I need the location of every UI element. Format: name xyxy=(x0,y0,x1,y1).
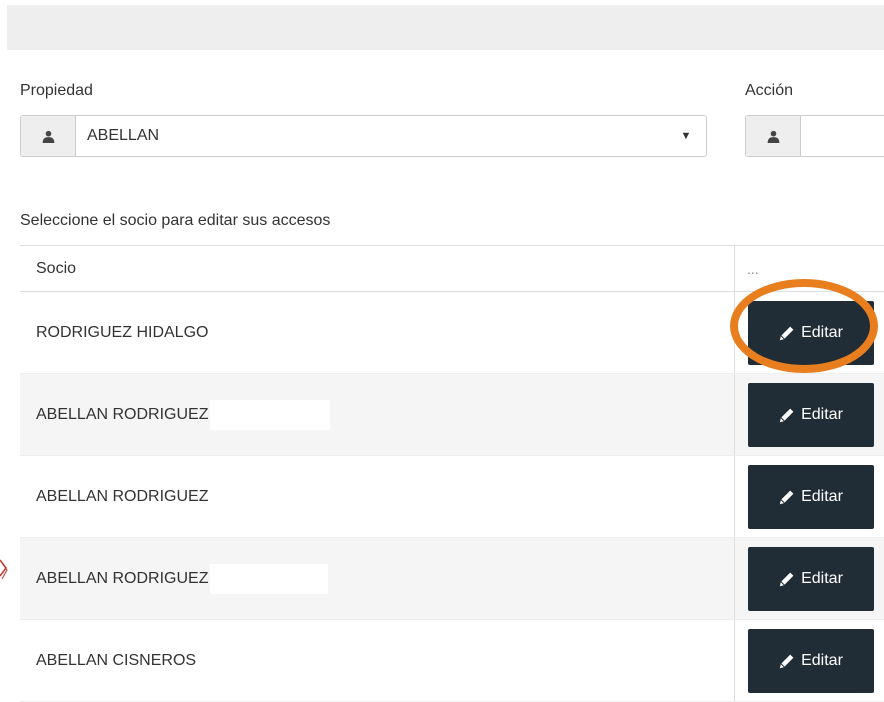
edit-button-label: Editar xyxy=(801,323,843,341)
column-header-socio: Socio xyxy=(36,259,77,277)
accion-select[interactable] xyxy=(745,115,884,157)
top-bar xyxy=(7,5,884,50)
socio-name: ABELLAN RODRIGUEZ xyxy=(20,538,734,619)
socio-name: RODRIGUEZ HIDALGO xyxy=(20,292,734,373)
pencil-icon xyxy=(779,326,794,340)
accion-value xyxy=(801,116,884,156)
instructions-text: Seleccione el socio para editar sus acce… xyxy=(20,212,331,229)
edit-button[interactable]: Editar xyxy=(748,300,874,365)
table-row: ABELLAN RODRIGUEZ Editar xyxy=(20,456,884,538)
socio-name-text: ABELLAN RODRIGUEZ xyxy=(36,487,209,505)
edit-button-label: Editar xyxy=(801,651,843,669)
propiedad-value: ABELLAN xyxy=(87,127,160,144)
table-row: ABELLAN CISNEROS Editar xyxy=(20,620,884,702)
socio-name: ABELLAN RODRIGUEZ xyxy=(20,374,734,455)
edit-button[interactable]: Editar xyxy=(748,382,874,447)
edit-button-label: Editar xyxy=(801,405,843,423)
user-icon xyxy=(21,116,76,156)
table-row: ABELLAN RODRIGUEZ Editar xyxy=(20,374,884,456)
socio-name-text: ABELLAN RODRIGUEZ xyxy=(36,405,209,423)
edit-button[interactable]: Editar xyxy=(748,546,874,611)
propiedad-label: Propiedad xyxy=(20,82,93,99)
accion-label: Acción xyxy=(745,82,794,99)
pencil-icon xyxy=(779,408,794,422)
edit-button-label: Editar xyxy=(801,569,843,587)
socio-name: ABELLAN CISNEROS xyxy=(20,620,734,701)
edit-button-label: Editar xyxy=(801,487,843,505)
user-icon xyxy=(746,116,801,156)
caret-down-icon[interactable]: ▼ xyxy=(666,116,706,156)
socio-name-text: RODRIGUEZ HIDALGO xyxy=(36,323,209,341)
pencil-icon xyxy=(779,654,794,668)
column-header-actions: ... xyxy=(734,246,884,291)
socio-name: ABELLAN RODRIGUEZ xyxy=(20,456,734,537)
propiedad-select[interactable]: ABELLAN ▼ xyxy=(20,115,707,157)
redaction-mask xyxy=(210,563,329,594)
redaction-mask xyxy=(210,399,331,430)
edit-button[interactable]: Editar xyxy=(748,628,874,693)
socio-name-text: ABELLAN RODRIGUEZ xyxy=(36,569,209,587)
socio-name-text: ABELLAN CISNEROS xyxy=(36,651,197,669)
pencil-icon xyxy=(779,490,794,504)
socios-table: Socio ... RODRIGUEZ HIDALGO Editar ABELL… xyxy=(20,245,884,702)
edit-button[interactable]: Editar xyxy=(748,464,874,529)
edge-mark-icon xyxy=(0,559,8,580)
table-row: RODRIGUEZ HIDALGO Editar xyxy=(20,292,884,374)
pencil-icon xyxy=(779,572,794,586)
table-header: Socio ... xyxy=(20,246,884,292)
table-row: ABELLAN RODRIGUEZ Editar xyxy=(20,538,884,620)
